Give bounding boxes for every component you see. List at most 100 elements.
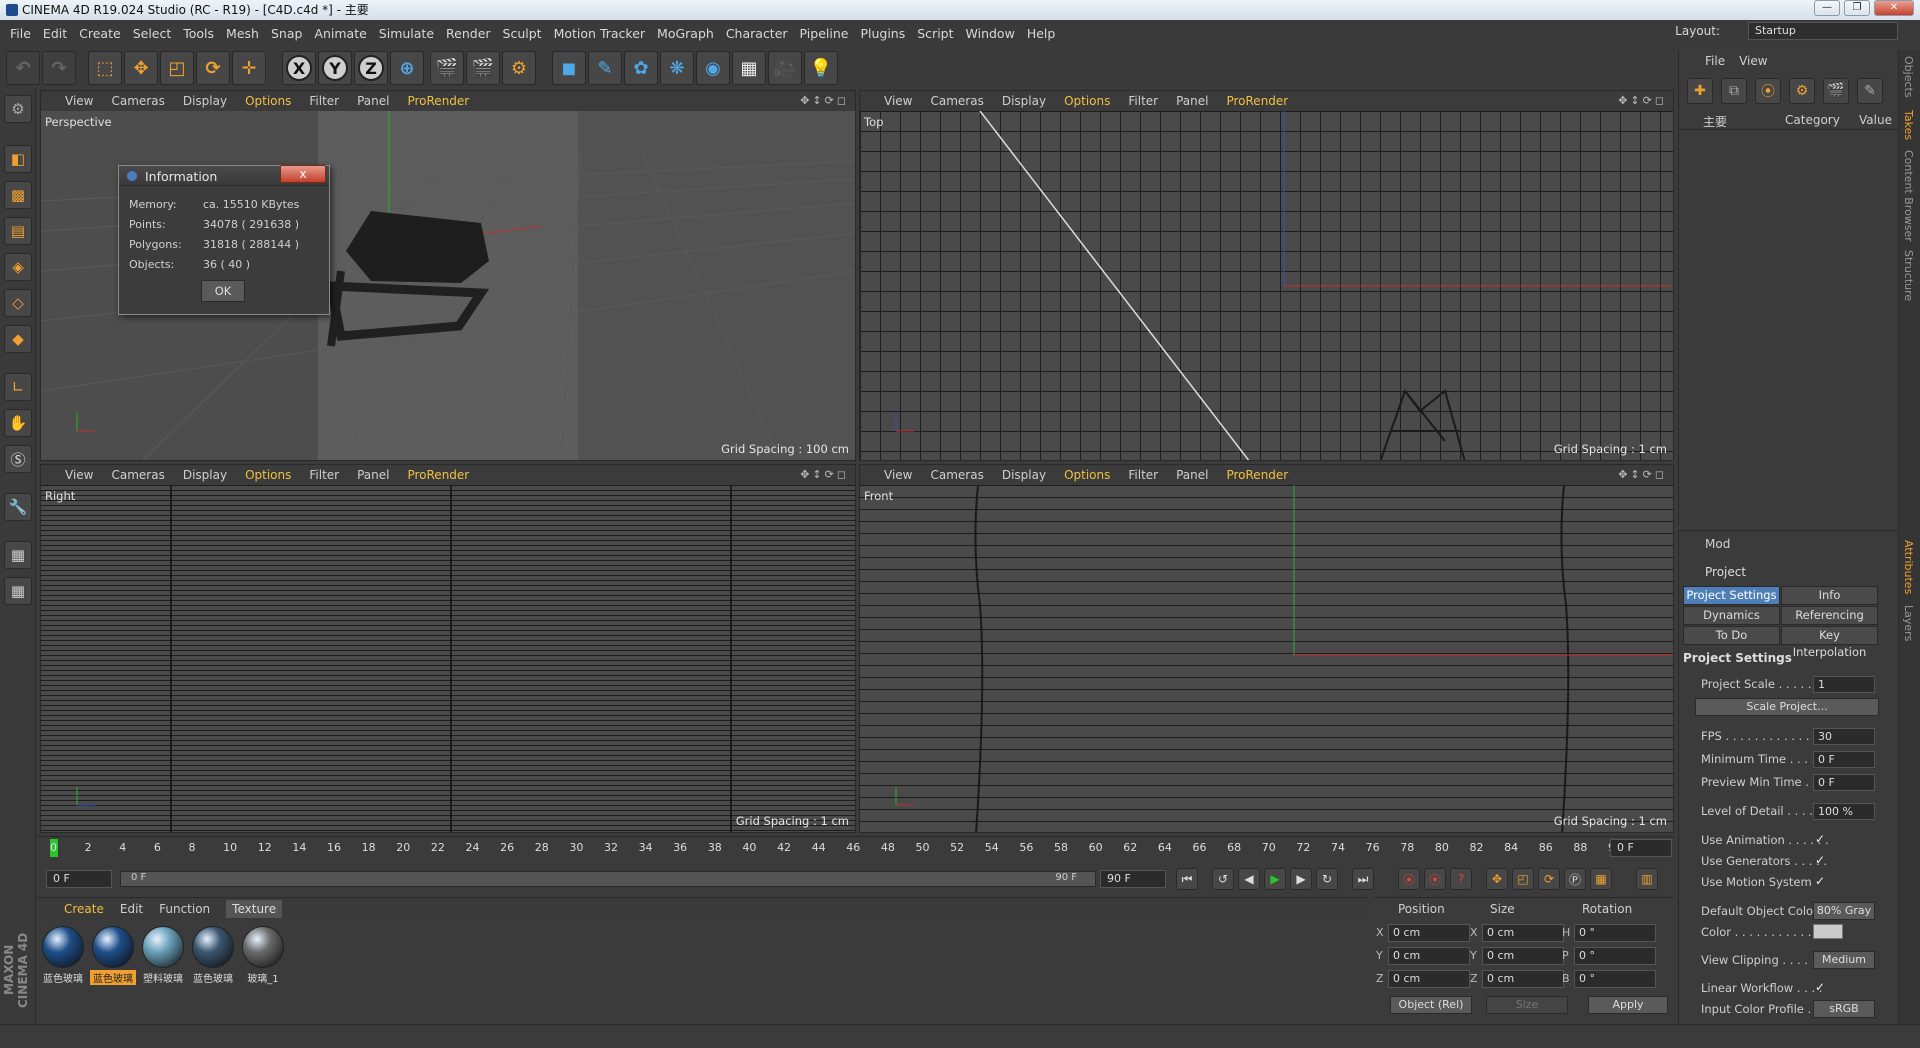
vp-menu-filter[interactable]: Filter bbox=[309, 94, 339, 108]
subdivision-generator-icon[interactable]: ✿ bbox=[624, 51, 658, 85]
vp-menu-panel[interactable]: Panel bbox=[1176, 94, 1208, 108]
vp-menu-prorender[interactable]: ProRender bbox=[407, 94, 469, 108]
vp-menu-options[interactable]: Options bbox=[1064, 468, 1110, 482]
front-canvas[interactable]: Front Grid Spacing : 1 cm bbox=[860, 485, 1673, 832]
current-frame-field[interactable]: 0 F bbox=[46, 870, 112, 888]
recent-tool-icon[interactable]: ✛ bbox=[232, 51, 266, 85]
om-menu-view[interactable]: View bbox=[1739, 54, 1767, 68]
menu-animate[interactable]: Animate bbox=[308, 26, 372, 41]
timeline-frame-field[interactable]: 0 F bbox=[1610, 839, 1672, 857]
locked-grid-icon[interactable]: ▦ bbox=[4, 577, 32, 605]
floor-scene-icon[interactable]: ▦ bbox=[732, 51, 766, 85]
take-override-icon[interactable]: ⦿ bbox=[1755, 78, 1781, 104]
use-motion-system-checkbox[interactable]: ✓ bbox=[1815, 874, 1825, 888]
tab-referencing[interactable]: Referencing bbox=[1781, 606, 1878, 625]
prev-key-icon[interactable]: ↺ bbox=[1212, 868, 1234, 890]
vp-menu-view[interactable]: View bbox=[65, 94, 93, 108]
camera-icon[interactable]: 🎥 bbox=[768, 51, 802, 85]
vp-menu-cameras[interactable]: Cameras bbox=[111, 94, 164, 108]
menu-select[interactable]: Select bbox=[127, 26, 178, 41]
next-key-icon[interactable]: ↻ bbox=[1316, 868, 1338, 890]
light-icon[interactable]: 💡 bbox=[804, 51, 838, 85]
min-time-field[interactable]: 0 F bbox=[1813, 751, 1875, 768]
side-tab-attributes[interactable]: Attributes bbox=[1902, 540, 1915, 594]
scale-project-button[interactable]: Scale Project... bbox=[1695, 698, 1879, 716]
dialog-close-button[interactable]: x bbox=[280, 165, 326, 183]
x-axis-lock-button[interactable]: X bbox=[282, 51, 316, 85]
menu-simulate[interactable]: Simulate bbox=[373, 26, 440, 41]
vp-menu-cameras[interactable]: Cameras bbox=[111, 468, 164, 482]
goto-start-icon[interactable]: ⏮ bbox=[1176, 868, 1198, 890]
vp-menu-filter[interactable]: Filter bbox=[1128, 94, 1158, 108]
use-generators-checkbox[interactable]: ✓ bbox=[1815, 853, 1825, 867]
menu-plugins[interactable]: Plugins bbox=[854, 26, 911, 41]
fps-field[interactable]: 30 bbox=[1813, 728, 1875, 745]
mat-menu-texture[interactable]: Texture bbox=[226, 900, 283, 918]
next-frame-icon[interactable]: ▶ bbox=[1290, 868, 1312, 890]
edges-mode-icon[interactable]: ◇ bbox=[4, 289, 32, 317]
make-editable-icon[interactable]: ⚙ bbox=[4, 95, 32, 123]
menu-mesh[interactable]: Mesh bbox=[220, 26, 265, 41]
side-tab-takes[interactable]: Takes bbox=[1902, 110, 1915, 140]
dialog-ok-button[interactable]: OK bbox=[201, 280, 245, 302]
viewport-nav-icons[interactable]: ✥↕⟳◻ bbox=[800, 468, 849, 481]
key-pla-icon[interactable]: ▦ bbox=[1590, 868, 1612, 890]
preview-min-time-field[interactable]: 0 F bbox=[1813, 774, 1875, 791]
viewport-top[interactable]: View Cameras Display Options Filter Pane… bbox=[859, 90, 1674, 461]
play-forward-icon[interactable]: ▶ bbox=[1264, 868, 1286, 890]
view-clipping-select[interactable]: Medium bbox=[1813, 951, 1875, 969]
viewport-nav-icons[interactable]: ✥↕⟳◻ bbox=[1618, 94, 1667, 107]
menu-pipeline[interactable]: Pipeline bbox=[794, 26, 855, 41]
vp-menu-display[interactable]: Display bbox=[183, 94, 227, 108]
menu-tools[interactable]: Tools bbox=[177, 26, 220, 41]
coord-value-field[interactable]: 0 cm bbox=[1388, 924, 1470, 942]
key-position-icon[interactable]: ✥ bbox=[1486, 868, 1508, 890]
deformer-icon[interactable]: ◉ bbox=[696, 51, 730, 85]
vp-menu-prorender[interactable]: ProRender bbox=[1226, 94, 1288, 108]
render-picture-viewer-icon[interactable]: 🎬 bbox=[466, 51, 500, 85]
menu-window[interactable]: Window bbox=[960, 26, 1021, 41]
vp-menu-view[interactable]: View bbox=[884, 468, 912, 482]
vp-menu-options[interactable]: Options bbox=[245, 94, 291, 108]
tab-info[interactable]: Info bbox=[1781, 586, 1878, 605]
material-item[interactable]: 玻璃_1 bbox=[240, 926, 286, 985]
scale-tool-icon[interactable]: ◰ bbox=[160, 51, 194, 85]
render-settings-icon[interactable]: ⚙ bbox=[502, 51, 536, 85]
timeline-ruler[interactable]: 0 2 4 6 8 10 12 14 16 18 20 22 24 26 28 30 32 34 36 38 40 42 4… bbox=[36, 836, 1674, 860]
take-lock-icon[interactable]: ✎ bbox=[1857, 78, 1883, 104]
pen-spline-icon[interactable]: ✎ bbox=[588, 51, 622, 85]
layout-select[interactable]: Startup bbox=[1748, 22, 1898, 40]
side-tab-layers[interactable]: Layers bbox=[1902, 605, 1915, 641]
tab-to-do[interactable]: To Do bbox=[1683, 626, 1780, 645]
y-axis-lock-button[interactable]: Y bbox=[318, 51, 352, 85]
take-auto-icon[interactable]: ⚙ bbox=[1789, 78, 1815, 104]
vp-menu-filter[interactable]: Filter bbox=[309, 468, 339, 482]
tweak-mode-icon[interactable]: ✋ bbox=[4, 409, 32, 437]
take-clone-icon[interactable]: ⧉ bbox=[1721, 78, 1747, 104]
menu-sculpt[interactable]: Sculpt bbox=[497, 26, 548, 41]
mat-menu-function[interactable]: Function bbox=[159, 902, 210, 916]
coord-value-field[interactable]: 0 ° bbox=[1574, 970, 1656, 988]
axis-mode-icon[interactable]: ∟ bbox=[4, 373, 32, 401]
menu-motion-tracker[interactable]: Motion Tracker bbox=[548, 26, 651, 41]
project-scale-field[interactable]: 1 bbox=[1813, 676, 1875, 693]
viewport-front[interactable]: View Cameras Display Options Filter Pane… bbox=[859, 464, 1674, 833]
vp-menu-display[interactable]: Display bbox=[1002, 94, 1046, 108]
menu-create[interactable]: Create bbox=[73, 26, 127, 41]
maximize-button[interactable]: ❐ bbox=[1844, 0, 1870, 16]
coord-apply-button[interactable]: Apply bbox=[1588, 996, 1668, 1014]
material-item[interactable]: 蓝色玻璃 bbox=[90, 926, 136, 985]
color-swatch[interactable] bbox=[1813, 924, 1843, 939]
workplane-mode-icon[interactable]: ▤ bbox=[4, 217, 32, 245]
vp-menu-cameras[interactable]: Cameras bbox=[930, 94, 983, 108]
coord-value-field[interactable]: 0 cm bbox=[1482, 947, 1564, 965]
vp-menu-options[interactable]: Options bbox=[245, 468, 291, 482]
menu-render[interactable]: Render bbox=[440, 26, 497, 41]
coord-value-field[interactable]: 0 ° bbox=[1574, 924, 1656, 942]
take-render-icon[interactable]: 🎬 bbox=[1823, 78, 1849, 104]
close-window-button[interactable]: ✕ bbox=[1874, 0, 1914, 16]
menu-file[interactable]: File bbox=[4, 26, 37, 41]
vp-menu-view[interactable]: View bbox=[884, 94, 912, 108]
polygons-mode-icon[interactable]: ◆ bbox=[4, 325, 32, 353]
material-item[interactable]: 蓝色玻璃 bbox=[40, 926, 86, 985]
